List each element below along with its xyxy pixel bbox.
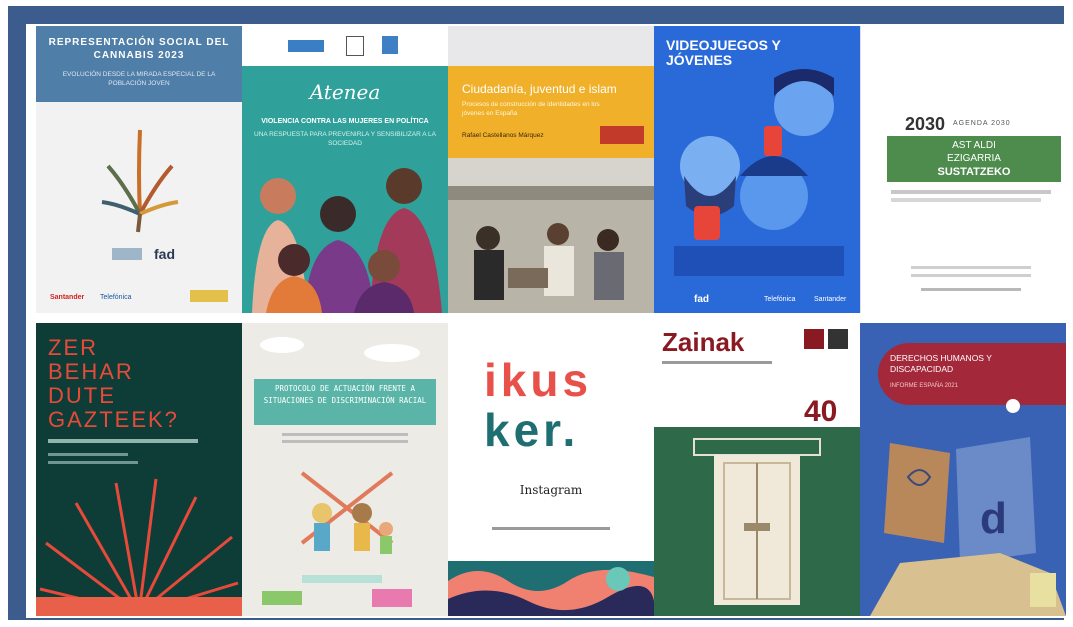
- centro-logo: [112, 248, 142, 260]
- cover-agenda2030[interactable]: 2030 AGENDA 2030 AST ALDI EZIGARRIA SUST…: [860, 26, 1067, 313]
- cover-top-band: [448, 26, 654, 66]
- cover-tag: [302, 575, 382, 583]
- publisher-logo: [600, 126, 644, 144]
- cover-title: REPRESENTACIÓN SOCIAL DEL CANNABIS 2023: [48, 37, 230, 61]
- cover-atenea[interactable]: Atenea VIOLENCIA CONTRA LAS MUJERES EN P…: [242, 26, 448, 313]
- logo-mark: [804, 329, 824, 349]
- cover-title-band: DERECHOS HUMANOS Y DISCAPACIDAD INFORME …: [878, 343, 1066, 405]
- logo-mark: [288, 40, 324, 52]
- text-line: [48, 453, 128, 456]
- agenda-title-line: EZIGARRIA: [947, 153, 1001, 164]
- clouds-icon: [260, 337, 420, 362]
- women-illustration: [242, 156, 448, 313]
- cannabis-leaf-icon: [101, 129, 179, 233]
- text-line: [911, 266, 1031, 269]
- issue-number: 40: [804, 395, 838, 428]
- logo-mark: [382, 36, 398, 54]
- agenda-head: AGENDA 2030: [953, 120, 1011, 127]
- children-illustration: [300, 471, 394, 554]
- cover-protocolo[interactable]: PROTOCOLO DE ACTUACIÓN FRENTE A SITUACIO…: [242, 323, 448, 616]
- gamers-illustration: [674, 69, 844, 276]
- agenda-year: 2030: [905, 114, 946, 134]
- brand-line2: ker.: [484, 404, 580, 456]
- atenea-logo: Atenea: [309, 80, 381, 104]
- cover-authors: Rafael Castellanos Márquez: [462, 132, 544, 139]
- cover-label: Instagram: [519, 483, 583, 497]
- cover-title-line: BEHAR: [48, 359, 134, 384]
- collage-grid: REPRESENTACIÓN SOCIAL DEL CANNABIS 2023 …: [26, 24, 1067, 618]
- sponsor-santander: Santander: [50, 294, 85, 301]
- text-line: [48, 439, 198, 443]
- sunburst-illustration: [36, 478, 242, 616]
- cover-ddhh[interactable]: DERECHOS HUMANOS Y DISCAPACIDAD INFORME …: [860, 323, 1066, 616]
- cover-title: PROTOCOLO DE ACTUACIÓN FRENTE A SITUACIO…: [263, 384, 427, 405]
- cover-subtitle: INFORME ESPAÑA 2021: [890, 383, 958, 389]
- text-line: [662, 361, 772, 364]
- fad-logo: fad: [154, 246, 175, 262]
- cover-title: VIOLENCIA CONTRA LAS MUJERES EN POLÍTICA: [261, 118, 429, 125]
- cover-logos-bar: [242, 26, 448, 66]
- sponsor-telefonica: Telefónica: [100, 294, 132, 301]
- group-photo: [448, 158, 654, 313]
- text-line: [282, 433, 408, 436]
- cover-title-line: GAZTEEK?: [48, 407, 179, 432]
- cover-zainak[interactable]: Zainak 40: [654, 323, 860, 616]
- text-line: [48, 461, 138, 464]
- cover-ikusker[interactable]: ikus ker. Instagram: [448, 323, 654, 616]
- text-line: [492, 527, 610, 530]
- text-line: [282, 440, 408, 443]
- cover-videojuegos[interactable]: VIDEOJUEGOS Y JÓVENES fad Telefónica San…: [654, 26, 860, 313]
- cover-title: Zainak: [662, 327, 745, 357]
- collage-frame: REPRESENTACIÓN SOCIAL DEL CANNABIS 2023 …: [8, 6, 1067, 620]
- cover-subtitle: UNA RESPUESTA PARA PREVENIRLA Y SENSIBIL…: [254, 131, 436, 147]
- logo-mark: [346, 36, 364, 56]
- cover-title: VIDEOJUEGOS Y JÓVENES: [666, 37, 781, 68]
- cover-title-line: ZER: [48, 335, 98, 360]
- logo-mark: [372, 589, 412, 607]
- sculpture-photo: d: [870, 437, 1066, 616]
- agenda-title-line: SUSTATZEKO: [937, 166, 1011, 178]
- agenda-title-band: AST ALDI EZIGARRIA SUSTATZEKO: [887, 136, 1061, 182]
- logo-mark: [1006, 399, 1020, 413]
- cover-title-line: DUTE: [48, 383, 116, 408]
- sponsor-telefonica: Telefónica: [764, 296, 796, 303]
- text-line: [921, 288, 1021, 291]
- wave-pattern: [448, 561, 654, 616]
- logo-mark: [262, 591, 302, 605]
- text-line: [891, 198, 1041, 202]
- cover-cannabis[interactable]: REPRESENTACIÓN SOCIAL DEL CANNABIS 2023 …: [36, 26, 242, 313]
- cover-gazteek[interactable]: ZER BEHAR DUTE GAZTEEK?: [36, 323, 242, 616]
- cover-subtitle: EVOLUCIÓN DESDE LA MIRADA ESPECIAL DE LA…: [62, 71, 216, 87]
- cover-title: DERECHOS HUMANOS Y DISCAPACIDAD: [890, 353, 992, 374]
- qr-icon: [828, 329, 848, 349]
- sponsor-santander: Santander: [814, 296, 847, 303]
- cover-subtitle: Procesos de construcción de identidades …: [462, 101, 600, 117]
- cover-islam[interactable]: Ciudadanía, juventud e islam Procesos de…: [448, 26, 654, 313]
- svg-text:d: d: [980, 494, 1007, 543]
- fad-logo: fad: [694, 294, 709, 305]
- architectural-illustration: [654, 427, 860, 616]
- gobierno-logo: [190, 290, 228, 302]
- brand-line1: ikus: [484, 354, 593, 406]
- agenda-title-line: AST ALDI: [952, 140, 996, 151]
- cover-title-band: PROTOCOLO DE ACTUACIÓN FRENTE A SITUACIO…: [254, 379, 436, 425]
- text-line: [891, 190, 1051, 194]
- cover-title: Ciudadanía, juventud e islam: [462, 82, 617, 96]
- text-line: [911, 274, 1031, 277]
